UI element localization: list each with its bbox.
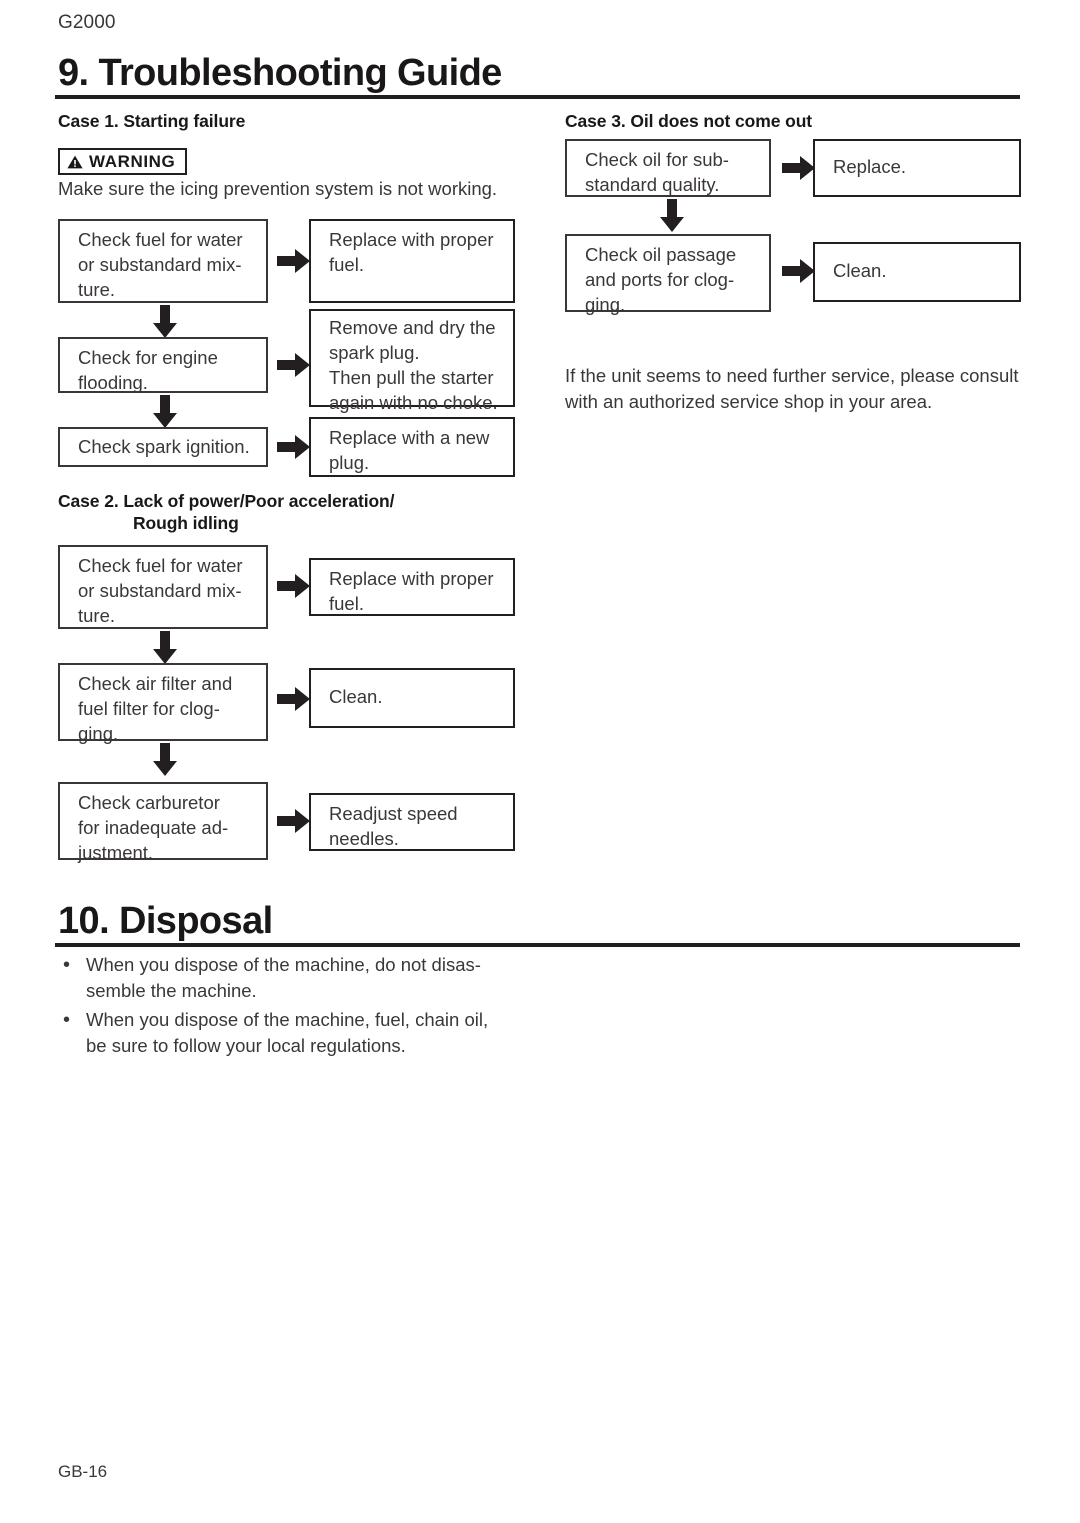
footer-page-number: GB-16 [58, 1462, 108, 1481]
arrow-right-icon [277, 249, 310, 273]
case-2-heading-line1: Case 2. Lack of power/Poor acceleration/ [58, 491, 395, 511]
flow-box-check: Check oil for sub- standard quality. [565, 139, 771, 197]
flow-box-line: fuel. [329, 254, 364, 276]
flow-box-line: Clean. [329, 686, 383, 707]
arrow-down-icon [660, 199, 684, 232]
flow-box-check: Check oil passage and ports for clog- gi… [565, 234, 771, 315]
arrow-down-icon [153, 743, 177, 776]
flow-box-check: Check carburetor for inadequate ad- just… [58, 782, 268, 863]
list-item: • When you dispose of the machine, do no… [58, 952, 578, 1005]
flow-box-line: ture. [78, 605, 116, 627]
flow-box-line: Replace. [833, 156, 907, 177]
model-code: G2000 [58, 12, 116, 33]
flow-box-line: Check for engine [78, 347, 218, 368]
flow-box-check: Check spark ignition. [58, 427, 268, 467]
list-item-text: When you dispose of the machine, fuel, c… [86, 1007, 488, 1060]
flow-box-action: Readjust speed needles. [309, 793, 515, 851]
flow-box-line: needles. [329, 828, 399, 850]
list-item-line: be sure to follow your local regulations… [86, 1034, 406, 1056]
flow-box-line: or substandard mix- [78, 254, 242, 276]
arrow-down-icon [153, 395, 177, 428]
case-2-heading-line2: Rough idling [133, 513, 239, 533]
page-title-troubleshooting: 9. Troubleshooting Guide [58, 52, 502, 94]
arrow-right-icon [277, 574, 310, 598]
flow-box-check: Check fuel for water or substandard mix-… [58, 545, 268, 629]
flow-box-check: Check air filter and fuel filter for clo… [58, 663, 268, 744]
flow-box-line: or substandard mix- [78, 580, 242, 602]
warning-body-text: Make sure the icing prevention system is… [58, 178, 498, 199]
case-1-heading: Case 1. Starting failure [58, 111, 246, 131]
arrow-down-icon [153, 305, 177, 338]
arrow-right-icon [277, 435, 310, 459]
flow-box-line: again with no choke. [329, 392, 498, 414]
bullet-icon: • [63, 1008, 71, 1031]
flow-box-line: ging. [585, 294, 626, 316]
section-rule-10 [55, 943, 1020, 947]
warning-badge: WARNING [58, 148, 188, 175]
arrow-right-icon [277, 353, 310, 377]
flow-box-action: Replace with proper fuel. [309, 558, 515, 616]
flow-box-line: Readjust speed [329, 803, 458, 824]
section-rule-9 [55, 95, 1020, 99]
flow-box-line: fuel. [329, 593, 364, 615]
flow-box-line: Check fuel for water [78, 555, 243, 576]
flow-box-line: fuel filter for clog- [78, 698, 220, 720]
flow-box-line: Then pull the starter [329, 367, 494, 389]
note-line: with an authorized service shop in your … [565, 391, 933, 413]
disposal-bullet-list: • When you dispose of the machine, do no… [58, 952, 578, 1061]
document-page: G2000 9. Troubleshooting Guide Case 1. S… [0, 0, 1080, 1523]
warning-label: WARNING [89, 152, 176, 171]
flow-box-line: Remove and dry the [329, 317, 496, 338]
flow-box-check: Check for engine flooding. [58, 337, 268, 393]
arrow-right-icon [277, 687, 310, 711]
list-item: • When you dispose of the machine, fuel,… [58, 1007, 578, 1060]
warning-triangle-icon [67, 155, 83, 168]
flow-box-line: ture. [78, 279, 116, 301]
flow-box-action: Remove and dry the spark plug. Then pull… [309, 309, 515, 413]
arrow-right-icon [782, 259, 815, 283]
flow-box-line: Check carburetor [78, 792, 220, 813]
list-item-line: When you dispose of the machine, fuel, c… [86, 1008, 489, 1030]
arrow-down-icon [153, 631, 177, 664]
flow-box-line: plug. [329, 452, 370, 474]
flow-box-line: Replace with proper [329, 568, 494, 589]
arrow-right-icon [277, 809, 310, 833]
flow-box-action: Replace. [813, 139, 1021, 197]
flow-box-line: Check fuel for water [78, 229, 243, 250]
note-line: If the unit seems to need further servic… [565, 365, 1019, 386]
flow-box-line: Check oil for sub- [585, 149, 729, 170]
flow-box-action: Replace with a new plug. [309, 417, 515, 477]
flow-box-line: flooding. [78, 372, 148, 394]
list-item-line: When you dispose of the machine, do not … [86, 954, 481, 975]
list-item-text: When you dispose of the machine, do not … [86, 952, 481, 1005]
flow-box-line: spark plug. [329, 342, 420, 364]
page-title-disposal: 10. Disposal [58, 900, 273, 942]
bullet-icon: • [63, 954, 71, 976]
flow-box-line: justment. [78, 842, 154, 864]
flow-box-line: Check air filter and [78, 673, 233, 694]
flow-box-check: Check fuel for water or substandard mix-… [58, 219, 268, 303]
arrow-right-icon [782, 156, 815, 180]
flow-box-action: Clean. [813, 242, 1021, 302]
list-item-line: semble the machine. [86, 980, 257, 1002]
flow-box-line: and ports for clog- [585, 269, 735, 291]
flow-box-line: Check spark ignition. [78, 436, 250, 457]
flow-box-line: Replace with a new [329, 427, 490, 448]
flow-box-action: Clean. [309, 668, 515, 728]
flow-box-line: standard quality. [585, 174, 720, 196]
flow-box-line: Check oil passage [585, 244, 737, 265]
flow-box-line: for inadequate ad- [78, 817, 229, 839]
case-3-heading: Case 3. Oil does not come out [565, 111, 813, 131]
flow-box-line: Clean. [833, 260, 887, 281]
flow-box-line: Replace with proper [329, 229, 494, 250]
further-service-note: If the unit seems to need further servic… [565, 363, 1019, 416]
flow-box-action: Replace with proper fuel. [309, 219, 515, 303]
